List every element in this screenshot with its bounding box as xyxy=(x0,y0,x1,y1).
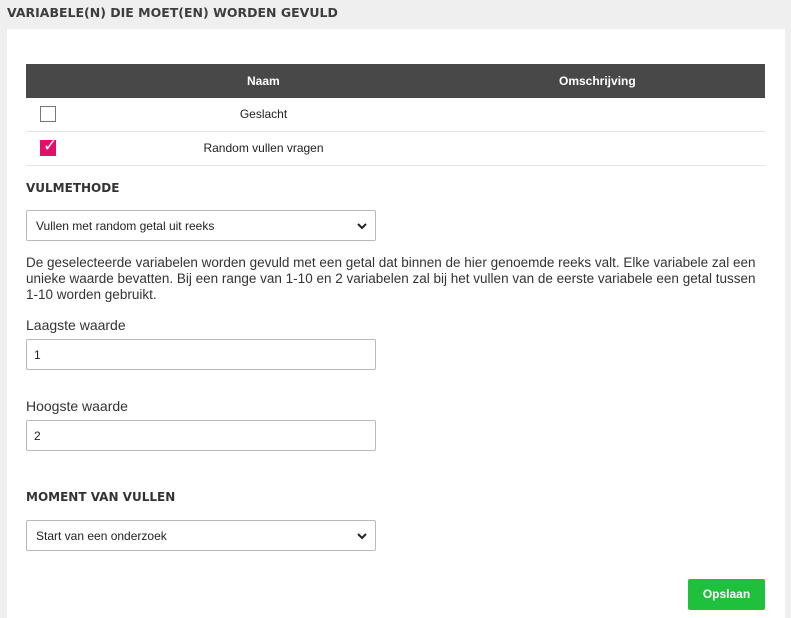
hoogste-waarde-label: Hoogste waarde xyxy=(26,398,128,414)
column-header-naam: Naam xyxy=(247,74,280,88)
row-naam: Random vullen vragen xyxy=(203,141,324,155)
vulmethode-title: VULMETHODE xyxy=(26,181,120,195)
save-button[interactable]: Opslaan xyxy=(688,579,765,610)
chevron-down-icon xyxy=(357,533,367,540)
table-row[interactable]: ✓ Random vullen vragen xyxy=(26,132,765,166)
content-panel: Naam Omschrijving Geslacht ✓ Random vull… xyxy=(7,29,785,618)
laagste-waarde-value: 1 xyxy=(34,348,41,362)
moment-van-vullen-select[interactable]: Start van een onderzoek xyxy=(26,520,376,551)
variables-table: Naam Omschrijving Geslacht ✓ Random vull… xyxy=(26,64,765,166)
table-row[interactable]: Geslacht xyxy=(26,98,765,132)
vulmethode-select[interactable]: Vullen met random getal uit reeks xyxy=(26,210,376,241)
table-header: Naam Omschrijving xyxy=(26,64,765,98)
moment-van-vullen-title: MOMENT VAN VULLEN xyxy=(26,490,176,504)
laagste-waarde-label: Laagste waarde xyxy=(26,317,126,333)
page-header: VARIABELE(N) DIE MOET(EN) WORDEN GEVULD xyxy=(0,0,791,28)
laagste-waarde-input[interactable]: 1 xyxy=(26,339,376,370)
chevron-down-icon xyxy=(357,223,367,230)
moment-selected-value: Start van een onderzoek xyxy=(36,529,167,543)
vulmethode-description: De geselecteerde variabelen worden gevul… xyxy=(26,255,756,302)
hoogste-waarde-value: 2 xyxy=(34,429,41,443)
row-naam: Geslacht xyxy=(239,107,288,121)
hoogste-waarde-input[interactable]: 2 xyxy=(26,420,376,451)
page-title: VARIABELE(N) DIE MOET(EN) WORDEN GEVULD xyxy=(7,5,338,20)
vulmethode-selected-value: Vullen met random getal uit reeks xyxy=(36,219,215,233)
column-header-omschrijving: Omschrijving xyxy=(559,74,636,88)
